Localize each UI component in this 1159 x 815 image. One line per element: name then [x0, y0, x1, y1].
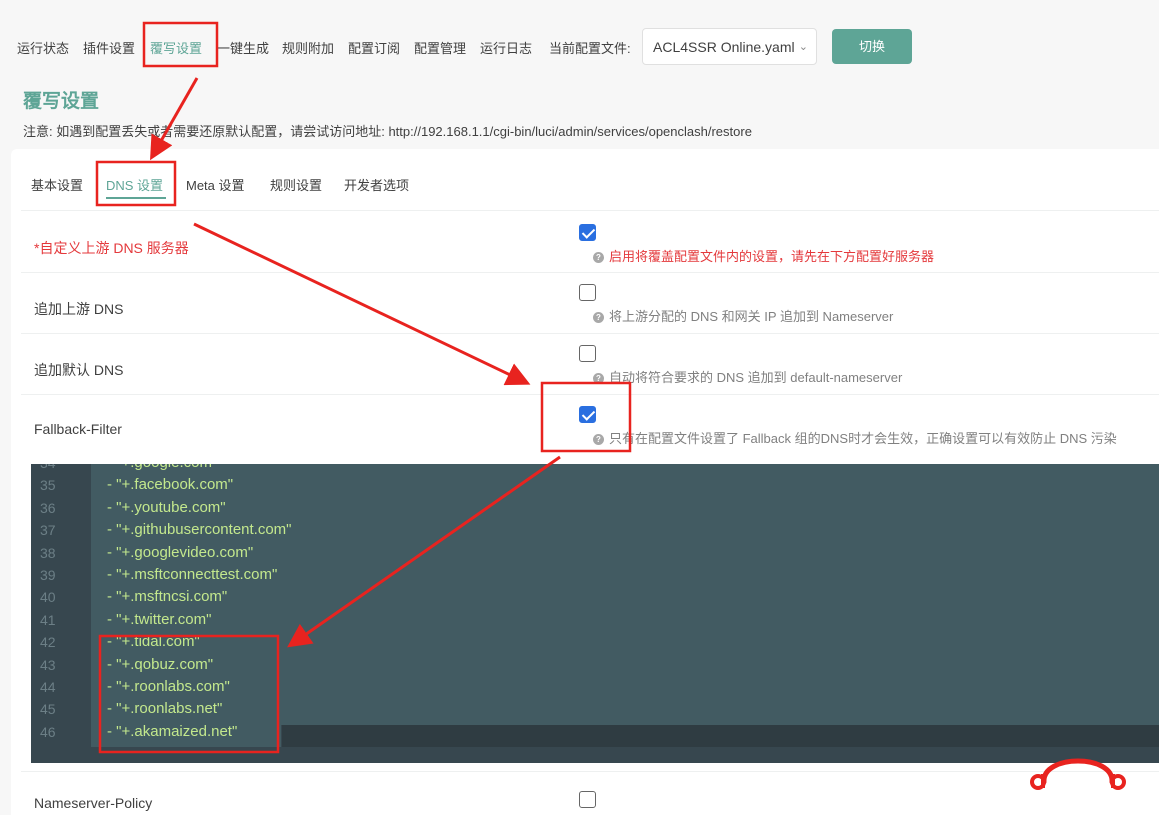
nav-item-one-click-generate[interactable]: 一键生成	[217, 38, 269, 57]
help-icon: ?	[593, 312, 604, 323]
active-line-highlight	[282, 725, 1159, 747]
code-line: - "+.qobuz.com"	[107, 655, 214, 673]
code-line: - "+.googlevideo.com"	[107, 543, 254, 561]
tab-basic-settings[interactable]: 基本设置	[31, 175, 83, 194]
setting-label: 追加上游 DNS	[34, 301, 124, 317]
fallback-filter-checkbox[interactable]	[579, 406, 596, 423]
tab-developer-options[interactable]: 开发者选项	[344, 175, 409, 194]
nav-item-plugin-settings[interactable]: 插件设置	[83, 38, 135, 57]
code-line: - "+.tidal.com"	[107, 633, 200, 651]
code-line: - "+.youtube.com"	[107, 498, 226, 516]
setting-hint: ? 将上游分配的 DNS 和网关 IP 追加到 Nameserver	[593, 306, 893, 325]
line-number: 45	[40, 701, 56, 718]
code-line: - "+.google.com"	[107, 464, 217, 471]
page-title: 覆写设置	[23, 91, 100, 112]
setting-row-append-upstream-dns: 追加上游 DNS ? 将上游分配的 DNS 和网关 IP 追加到 Nameserv…	[21, 272, 1159, 333]
setting-label: *自定义上游 DNS 服务器	[34, 240, 189, 256]
switch-button[interactable]: 切换	[832, 29, 912, 64]
nameserver-policy-checkbox[interactable]	[579, 791, 596, 808]
tab-meta-settings[interactable]: Meta 设置	[186, 175, 245, 194]
line-number: 35	[40, 477, 56, 494]
code-line: - "+.twitter.com"	[107, 610, 212, 628]
setting-hint: ? 自动将符合要求的 DNS 追加到 default-nameserver	[593, 367, 902, 386]
line-number: 34	[31, 464, 91, 471]
top-navigation: 运行状态 插件设置 覆写设置 一键生成 规则附加 配置订阅 配置管理 运行日志 …	[0, 0, 1159, 70]
help-icon: ?	[593, 252, 604, 263]
active-tab-indicator	[106, 197, 166, 199]
code-line: - "+.roonlabs.net"	[107, 700, 223, 718]
config-file-value: ACL4SSR Online.yaml	[653, 39, 795, 55]
setting-row-fallback-filter: Fallback-Filter ? 只有在配置文件设置了 Fallback 组的D…	[21, 394, 1159, 456]
line-number: 40	[40, 589, 56, 606]
line-number: 46	[40, 723, 56, 740]
line-number: 43	[40, 656, 56, 673]
nav-item-config-management[interactable]: 配置管理	[414, 38, 466, 57]
setting-row-custom-upstream-dns: *自定义上游 DNS 服务器 ? 启用将覆盖配置文件内的设置，请先在下方配置好服务…	[21, 210, 1159, 272]
line-number: 41	[40, 611, 56, 628]
setting-row-append-default-dns: 追加默认 DNS ? 自动将符合要求的 DNS 追加到 default-names…	[21, 333, 1159, 394]
code-line: - "+.githubusercontent.com"	[107, 521, 292, 539]
custom-upstream-dns-checkbox[interactable]	[579, 224, 596, 241]
line-number: 37	[40, 522, 56, 539]
nav-item-rule-append[interactable]: 规则附加	[282, 38, 334, 57]
annotation-arrow	[150, 77, 199, 161]
line-number: 38	[40, 544, 56, 561]
line-number: 39	[40, 567, 56, 583]
line-number: 44	[40, 679, 56, 695]
nav-item-status[interactable]: 运行状态	[17, 38, 69, 57]
current-config-label: 当前配置文件:	[549, 41, 631, 56]
append-upstream-dns-checkbox[interactable]	[579, 284, 596, 301]
nav-item-override-settings[interactable]: 覆写设置	[150, 38, 202, 57]
tab-rule-settings[interactable]: 规则设置	[270, 175, 322, 194]
nav-item-run-log[interactable]: 运行日志	[480, 38, 532, 57]
line-number: 42	[40, 634, 56, 651]
code-line: - "+.msftconnecttest.com"	[107, 566, 278, 583]
code-line: - "+.facebook.com"	[107, 476, 234, 494]
tab-dns-settings[interactable]: DNS 设置	[106, 175, 163, 194]
headphones-logo-icon	[1030, 758, 1126, 790]
restore-note: 注意: 如遇到配置丢失或者需要还原默认配置，请尝试访问地址: http://19…	[23, 124, 752, 139]
code-line: - "+.msftncsi.com"	[107, 588, 228, 606]
chevron-down-icon: ⌄	[798, 41, 808, 53]
text-selection	[91, 464, 1159, 725]
code-line: - "+.roonlabs.com"	[107, 678, 230, 695]
setting-hint: ? 只有在配置文件设置了 Fallback 组的DNS时才会生效，正确设置可以有效…	[593, 428, 1117, 447]
setting-label: Nameserver-Policy	[34, 795, 153, 811]
nav-item-config-subscription[interactable]: 配置订阅	[348, 38, 400, 57]
line-number: 36	[40, 499, 56, 516]
append-default-dns-checkbox[interactable]	[579, 345, 596, 362]
config-file-select[interactable]: ACL4SSR Online.yaml ⌄	[642, 28, 817, 65]
code-line: - "+.akamaized.net"	[107, 722, 238, 740]
setting-row-nameserver-policy: Nameserver-Policy	[21, 771, 1159, 815]
help-icon: ?	[593, 373, 604, 384]
setting-hint: ? 启用将覆盖配置文件内的设置，请先在下方配置好服务器	[593, 246, 934, 265]
help-icon: ?	[593, 434, 604, 445]
setting-label: Fallback-Filter	[34, 421, 122, 437]
setting-label: 追加默认 DNS	[34, 362, 124, 378]
fallback-filter-code-editor[interactable]: 34 - "+.google.com" 35 - "+.facebook.com" 36…	[31, 464, 1159, 763]
